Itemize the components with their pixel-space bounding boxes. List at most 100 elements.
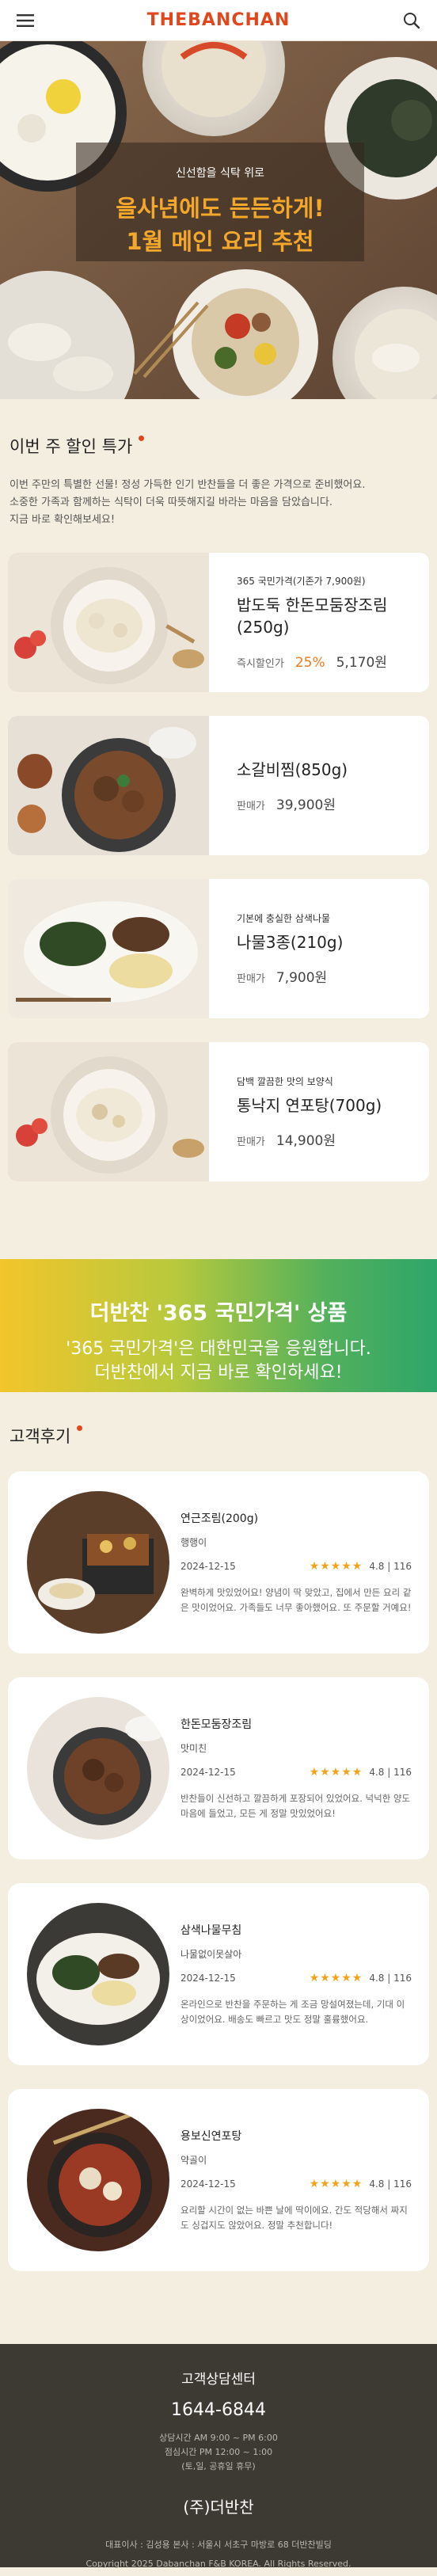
review-rating: ★★★★★ 4.8 | 116: [310, 2178, 412, 2190]
deal-card[interactable]: 365 국민가격(기존가 7,900원) 밥도둑 한돈모둠장조림 (250g) …: [8, 553, 429, 692]
deal-tag: 기본에 충실한 삼색나물: [237, 913, 331, 924]
review-product-name[interactable]: 삼색나물무침: [180, 1922, 412, 1938]
deals-description-line: 이번 주만의 특별한 선물! 정성 가득한 인기 반찬들을 더 좋은 가격으로 …: [10, 479, 366, 491]
deals-description-line: 소중한 가족과 함께하는 식탁이 더욱 따뜻해지길 바라는 마음을 담았습니다.: [10, 497, 332, 508]
deal-name[interactable]: 소갈비찜(850g): [237, 759, 413, 781]
deal-name-weight[interactable]: (250g): [237, 616, 413, 638]
page: THEBANCHAN 신선함을 식탁 위로 을사년에도 든든하게! 1월 메인 …: [0, 0, 437, 2569]
deal-info: 365 국민가격(기존가 7,900원) 밥도둑 한돈모둠장조림 (250g) …: [209, 553, 429, 692]
promo-banner-subtitle: 더반찬에서 지금 바로 확인하세요!: [94, 1363, 343, 1383]
promo-banner[interactable]: 더반찬 '365 국민가격' 상품 '365 국민가격'은 대한민국을 응원합니…: [0, 1259, 437, 1392]
review-info: 연근조림(200g) 행행이 2024-12-15 ★★★★★ 4.8 | 11…: [169, 1510, 429, 1615]
deal-name[interactable]: 나물3종(210g): [237, 931, 413, 953]
deals-description: 이번 주만의 특별한 선물! 정성 가득한 인기 반찬들을 더 좋은 가격으로 …: [8, 477, 429, 529]
deal-price-label: 판매가: [237, 800, 265, 812]
deal-card[interactable]: 기본에 충실한 삼색나물 나물3종(210g) 판매가 7,900원: [8, 879, 429, 1018]
deal-product-image: [8, 1042, 209, 1181]
customer-center-phone[interactable]: 1644-6844: [0, 2400, 437, 2420]
hero-title-line1: 을사년에도 든든하게!: [116, 195, 325, 222]
customer-center-title: 고객상담센터: [181, 2372, 256, 2388]
review-meta: 2024-12-15 ★★★★★ 4.8 | 116: [180, 2178, 412, 2190]
star-icon: ★★★★★: [309, 1971, 363, 1984]
review-info: 삼색나물무침 나물없이못살아 2024-12-15 ★★★★★ 4.8 | 11…: [169, 1922, 429, 2027]
review-text: 요리할 시간이 없는 바쁜 날에 딱이에요. 간도 적당해서 짜지도 싱겁지도 …: [180, 2204, 408, 2231]
deal-price: 14,900원: [276, 1133, 336, 1149]
review-score: 4.8 | 116: [369, 2178, 412, 2190]
promo-banner-subtitle: '365 국민가격'은 대한민국을 응원합니다.: [66, 1339, 371, 1359]
review-card[interactable]: 한돈모둠장조림 맛미친 2024-12-15 ★★★★★ 4.8 | 116 반…: [8, 1677, 429, 1859]
review-meta: 2024-12-15 ★★★★★ 4.8 | 116: [180, 1972, 412, 1984]
review-rating: ★★★★★ 4.8 | 116: [310, 1560, 412, 1573]
customer-center-hours: 상담시간 AM 9:00 ~ PM 6:00: [159, 2433, 278, 2443]
deals-title: 이번 주 할인 특가: [10, 437, 133, 456]
hero-banner[interactable]: 신선함을 식탁 위로 을사년에도 든든하게! 1월 메인 요리 추천: [0, 41, 437, 399]
review-product-name[interactable]: 한돈모둠장조림: [180, 1716, 412, 1732]
deal-discount: 25%: [294, 655, 325, 671]
review-product-image: [27, 1903, 169, 2045]
review-text: 반찬들이 신선하고 깔끔하게 포장되어 있었어요. 넉넉한 양도 마음에 들었고…: [180, 1792, 411, 1819]
site-header: THEBANCHAN: [0, 0, 437, 41]
review-text: 완벽하게 맛있었어요! 양념이 딱 맞았고, 집에서 만든 요리 같은 맛이었어…: [180, 1586, 412, 1613]
review-product-name[interactable]: 용보신연포탕: [180, 2128, 412, 2144]
review-user: 약골이: [180, 2154, 207, 2166]
reviews-title: 고객후기: [10, 1427, 71, 1446]
review-rating: ★★★★★ 4.8 | 116: [310, 1972, 412, 1984]
star-icon: ★★★★★: [309, 1765, 363, 1779]
deal-tag: 365 국민가격(기존가 7,900원): [237, 576, 366, 587]
company-address: 대표이사 : 김성용 본사 : 서울시 서초구 마방로 68 더반찬빌딩: [105, 2540, 332, 2550]
deal-price-label: 즉시할인가: [237, 658, 284, 670]
weekly-deals-section: 이번 주 할인 특가 이번 주만의 특별한 선물! 정성 가득한 인기 반찬들을…: [0, 399, 437, 1181]
review-user: 맛미친: [180, 1742, 207, 1754]
review-date: 2024-12-15: [180, 1972, 236, 1984]
deal-price: 39,900원: [276, 797, 336, 813]
review-meta: 2024-12-15 ★★★★★ 4.8 | 116: [180, 1560, 412, 1573]
review-meta: 2024-12-15 ★★★★★ 4.8 | 116: [180, 1766, 412, 1779]
review-card[interactable]: 삼색나물무침 나물없이못살아 2024-12-15 ★★★★★ 4.8 | 11…: [8, 1883, 429, 2065]
deal-price: 5,170원: [336, 655, 387, 671]
customer-center-hours: 점심시간 PM 12:00 ~ 1:00: [164, 2447, 273, 2457]
deals-description-line: 지금 바로 확인해보세요!: [10, 514, 116, 526]
deal-info: 소갈비찜(850g) 판매가 39,900원: [209, 716, 429, 855]
copyright: Copyright 2025 Dabanchan F&B KOREA. All …: [86, 2559, 352, 2569]
deal-product-image: [8, 716, 209, 855]
deal-price-label: 판매가: [237, 973, 265, 985]
deal-price-row: 판매가 14,900원: [237, 1129, 413, 1149]
review-info: 한돈모둠장조림 맛미친 2024-12-15 ★★★★★ 4.8 | 116 반…: [169, 1716, 429, 1821]
review-product-image: [27, 1491, 169, 1634]
deal-tag: 담백 깔끔한 맛의 보양식: [237, 1076, 333, 1087]
review-score: 4.8 | 116: [369, 1766, 412, 1778]
accent-dot: [77, 1425, 83, 1431]
review-card[interactable]: 연근조림(200g) 행행이 2024-12-15 ★★★★★ 4.8 | 11…: [8, 1471, 429, 1653]
review-product-name[interactable]: 연근조림(200g): [180, 1510, 412, 1526]
deal-card[interactable]: 소갈비찜(850g) 판매가 39,900원: [8, 716, 429, 855]
review-date: 2024-12-15: [180, 2178, 236, 2190]
reviews-section: 고객후기 연근조림(200g) 행행이 2024-12-15 ★★★★★ 4.8…: [0, 1392, 437, 2271]
site-logo[interactable]: THEBANCHAN: [147, 10, 291, 30]
review-text: 온라인으로 반찬을 주문하는 게 조금 망설여졌는데, 기대 이상이었어요. 배…: [180, 1998, 405, 2025]
promo-banner-title: 더반찬 '365 국민가격' 상품: [89, 1301, 348, 1326]
review-card[interactable]: 용보신연포탕 약골이 2024-12-15 ★★★★★ 4.8 | 116 요리…: [8, 2089, 429, 2271]
deal-price-label: 판매가: [237, 1136, 265, 1148]
hamburger-menu-icon[interactable]: [14, 10, 36, 32]
search-icon[interactable]: [401, 10, 423, 32]
customer-center-hours: (토,일, 공휴일 휴무): [181, 2461, 256, 2471]
review-user: 나물없이못살아: [180, 1948, 242, 1960]
hero-text-box: 신선함을 식탁 위로 을사년에도 든든하게! 1월 메인 요리 추천: [76, 143, 364, 261]
review-date: 2024-12-15: [180, 1560, 236, 1572]
deal-card[interactable]: 담백 깔끔한 맛의 보양식 통낙지 연포탕(700g) 판매가 14,900원: [8, 1042, 429, 1181]
accent-dot: [139, 436, 145, 441]
review-info: 용보신연포탕 약골이 2024-12-15 ★★★★★ 4.8 | 116 요리…: [169, 2128, 429, 2233]
deal-name[interactable]: 통낙지 연포탕(700g): [237, 1094, 413, 1117]
review-product-image: [27, 1697, 169, 1840]
deal-product-image: [8, 879, 209, 1018]
site-footer: 고객상담센터 1644-6844 상담시간 AM 9:00 ~ PM 6:00 …: [0, 2344, 437, 2569]
deal-product-image: [8, 553, 209, 692]
deals-heading: 이번 주 할인 특가: [8, 399, 429, 458]
star-icon: ★★★★★: [309, 2177, 363, 2190]
review-product-image: [27, 2109, 169, 2251]
deal-price: 7,900원: [276, 970, 328, 986]
hero-title-line2: 1월 메인 요리 추천: [126, 228, 314, 255]
deal-name[interactable]: 밥도둑 한돈모둠장조림: [237, 594, 413, 616]
review-user: 행행이: [180, 1536, 207, 1548]
company-name: (주)더반찬: [183, 2498, 254, 2517]
